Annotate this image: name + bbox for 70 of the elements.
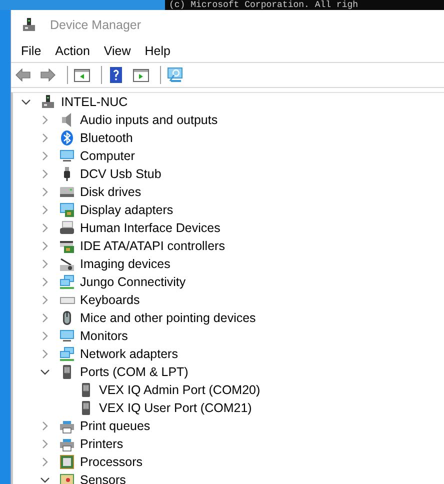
sensor-map-icon [59, 472, 75, 484]
tree-item[interactable]: Keyboards [80, 293, 140, 307]
tree-item[interactable]: Computer [80, 149, 135, 163]
expand-caret-icon[interactable] [40, 169, 50, 179]
tree-item[interactable]: Display adapters [80, 203, 174, 217]
back-arrow-icon[interactable] [15, 67, 31, 83]
expand-caret-icon[interactable] [40, 277, 50, 287]
console-tree-icon[interactable] [74, 67, 90, 83]
keyboard-gamepad-icon [59, 220, 75, 236]
expand-caret-icon[interactable] [40, 151, 50, 161]
tree-item[interactable]: INTEL-NUC [61, 95, 128, 109]
monitor-icon [59, 328, 75, 344]
tree-item[interactable]: Network adapters [80, 347, 178, 361]
bluetooth-icon [59, 130, 75, 146]
expand-caret-icon[interactable] [40, 187, 50, 197]
tree-item[interactable]: Processors [80, 455, 143, 469]
tree-item[interactable]: VEX IQ User Port (COM21) [99, 401, 252, 415]
disk-drive-icon [59, 184, 75, 200]
expand-caret-icon[interactable] [40, 313, 50, 323]
computer-tower-icon [40, 94, 56, 110]
expand-caret-icon[interactable] [40, 349, 50, 359]
tree-item[interactable]: Human Interface Devices [80, 221, 220, 235]
expand-caret-icon[interactable] [40, 133, 50, 143]
menu-item[interactable]: Help [138, 42, 176, 60]
scanner-camera-icon [59, 256, 75, 272]
tree-item[interactable]: Imaging devices [80, 257, 170, 271]
expand-caret-icon[interactable] [40, 457, 50, 467]
display-adapter-icon [59, 202, 75, 218]
monitor-icon [59, 148, 75, 164]
tree-item[interactable]: Jungo Connectivity [80, 275, 186, 289]
printer-icon [59, 418, 75, 434]
device-manager-icon [21, 17, 37, 33]
collapse-caret-icon[interactable] [21, 97, 31, 107]
tree-item[interactable]: Printers [80, 437, 124, 451]
network-monitors-icon [59, 346, 75, 362]
tree-item[interactable]: Bluetooth [80, 131, 133, 145]
expand-caret-icon[interactable] [40, 115, 50, 125]
collapse-caret-icon[interactable] [40, 475, 50, 484]
tree-item[interactable]: Sensors [80, 473, 126, 484]
expand-caret-icon[interactable] [40, 421, 50, 431]
controller-card-icon [59, 238, 75, 254]
network-monitors-icon [59, 274, 75, 290]
tree-item[interactable]: Mice and other pointing devices [80, 311, 256, 325]
expand-caret-icon[interactable] [40, 439, 50, 449]
expand-caret-icon[interactable] [40, 331, 50, 341]
forward-arrow-icon[interactable] [40, 67, 56, 83]
expand-caret-icon[interactable] [40, 223, 50, 233]
tree-item[interactable]: Monitors [80, 329, 128, 343]
action-pane-icon[interactable] [133, 67, 149, 83]
tree-item[interactable]: Print queues [80, 419, 150, 433]
tree-item[interactable]: Ports (COM & LPT) [80, 365, 188, 379]
tree-item[interactable]: VEX IQ Admin Port (COM20) [99, 383, 260, 397]
window-title: Device Manager [50, 18, 142, 32]
expand-caret-icon[interactable] [40, 295, 50, 305]
menu-item[interactable]: Action [49, 42, 96, 60]
menu-item[interactable]: File [15, 42, 48, 60]
expand-caret-icon[interactable] [40, 205, 50, 215]
collapse-caret-icon[interactable] [40, 367, 50, 377]
scan-monitor-icon[interactable] [167, 67, 183, 83]
console-text: (c) Microsoft Corporation. All righ [165, 0, 444, 10]
help-icon[interactable] [108, 67, 124, 83]
tree-item[interactable]: IDE ATA/ATAPI controllers [80, 239, 225, 253]
menu-item[interactable]: View [98, 42, 137, 60]
tree-item[interactable]: DCV Usb Stub [80, 167, 162, 181]
tree-item[interactable]: Disk drives [80, 185, 142, 199]
expand-caret-icon[interactable] [40, 241, 50, 251]
printer-icon [59, 436, 75, 452]
tree-item[interactable]: Audio inputs and outputs [80, 113, 218, 127]
expand-caret-icon[interactable] [40, 259, 50, 269]
processor-chip-icon [59, 454, 75, 470]
